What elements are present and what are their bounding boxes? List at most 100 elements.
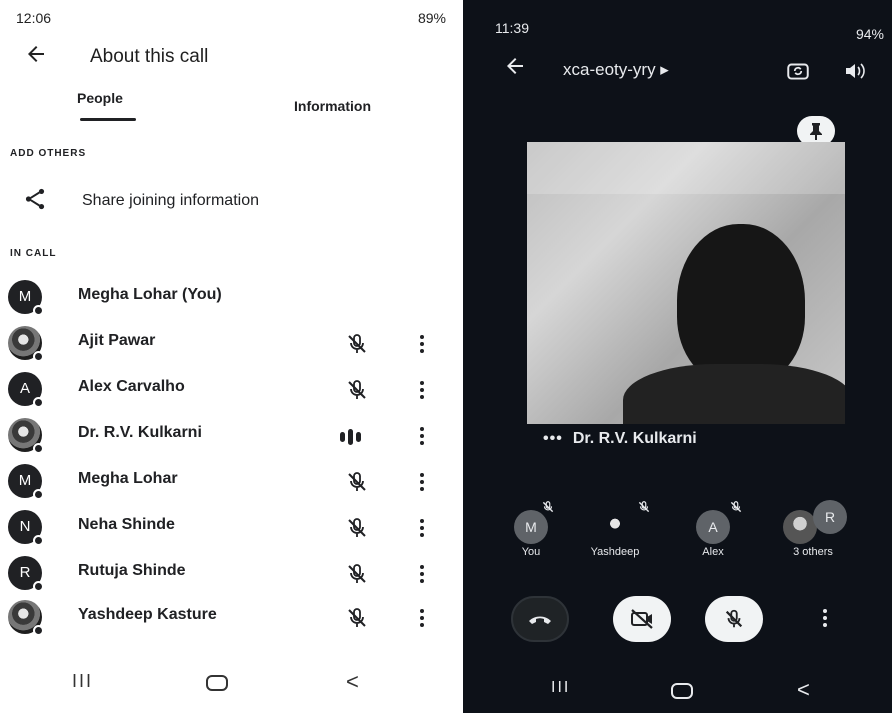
avatar	[8, 600, 44, 636]
recents-button[interactable]: III	[551, 679, 570, 697]
participant-row[interactable]: M Megha Lohar (You)	[0, 278, 462, 318]
mic-toggle-button[interactable]	[705, 596, 763, 642]
avatar: N	[8, 510, 44, 546]
status-bar: 11:39 94%	[495, 20, 884, 42]
participant-row[interactable]: N Neha Shinde	[0, 508, 462, 548]
page-title: About this call	[90, 46, 209, 67]
speaking-dots-icon: •••	[543, 430, 563, 447]
mic-off-icon	[345, 332, 369, 356]
status-dot	[33, 443, 44, 454]
avatar	[8, 326, 44, 362]
speaker-volume-icon[interactable]	[843, 60, 867, 82]
share-joining-info-label: Share joining information	[82, 192, 259, 209]
mic-off-icon	[345, 606, 369, 630]
more-options-icon[interactable]	[414, 332, 430, 356]
more-options-icon[interactable]	[414, 378, 430, 402]
avatar-initial: N	[19, 518, 31, 535]
tab-people-indicator	[80, 118, 136, 121]
in-call-header: IN CALL	[10, 248, 57, 259]
status-time: 12:06	[16, 10, 52, 26]
system-nav-bar: III <	[463, 677, 892, 703]
home-button[interactable]	[671, 683, 693, 699]
recents-button[interactable]: III	[72, 671, 93, 692]
avatar: M	[8, 280, 44, 316]
participant-name: Rutuja Shinde	[78, 562, 186, 579]
back-arrow-icon[interactable]	[24, 42, 54, 68]
participant-tile-yashdeep[interactable]: Yashdeep	[575, 500, 655, 560]
participant-tile-you[interactable]: M You	[491, 500, 571, 560]
participant-name: Alex Carvalho	[78, 378, 185, 395]
end-call-button[interactable]	[511, 596, 569, 642]
avatar: A	[696, 510, 730, 544]
avatar	[8, 418, 44, 454]
participant-row[interactable]: Dr. R.V. Kulkarni	[0, 416, 462, 456]
more-options-icon[interactable]	[414, 424, 430, 448]
avatar: R	[8, 556, 44, 592]
avatar-initial: M	[18, 472, 32, 489]
about-call-screen: 12:06 89% About this call People Informa…	[0, 0, 462, 713]
participant-name: Ajit Pawar	[78, 332, 156, 349]
participant-name: Neha Shinde	[78, 516, 175, 533]
back-button[interactable]: <	[346, 669, 359, 695]
more-options-icon[interactable]	[414, 562, 430, 586]
avatar-group	[783, 510, 817, 544]
share-joining-info-row[interactable]: Share joining information	[0, 182, 462, 218]
participant-tile-others[interactable]: R 3 others	[773, 500, 853, 560]
tab-people[interactable]: People	[77, 90, 123, 106]
mic-off-icon	[725, 609, 743, 628]
participant-name: Dr. R.V. Kulkarni	[78, 424, 202, 441]
participant-tile-alex[interactable]: A Alex	[673, 500, 753, 560]
camera-toggle-button[interactable]	[613, 596, 671, 642]
participant-row[interactable]: A Alex Carvalho	[0, 370, 462, 410]
back-arrow-icon[interactable]	[503, 54, 527, 85]
mic-off-icon	[345, 378, 369, 402]
participant-row[interactable]: R Rutuja Shinde	[0, 554, 462, 594]
speaking-indicator-icon	[340, 428, 374, 445]
meet-call-screen: 11:39 94% xca-eoty-yry ▸ ••• Dr. R.V. Kul…	[463, 0, 892, 713]
participant-name: Megha Lohar (You)	[78, 286, 222, 303]
mic-off-icon	[730, 501, 742, 513]
mic-off-icon	[345, 562, 369, 586]
participant-tile-label: You	[521, 546, 541, 558]
hang-up-icon	[529, 616, 551, 624]
active-speaker-label: ••• Dr. R.V. Kulkarni	[543, 430, 697, 448]
more-options-icon[interactable]	[414, 606, 430, 630]
status-battery: 94%	[855, 26, 884, 42]
participant-tile-label: Alex	[702, 546, 724, 558]
system-nav-bar: III <	[0, 669, 462, 699]
status-dot	[33, 305, 44, 316]
more-options-icon[interactable]	[817, 606, 833, 632]
status-dot	[33, 351, 44, 362]
main-video-tile[interactable]	[527, 142, 845, 424]
participant-name: Megha Lohar	[78, 470, 178, 487]
home-button[interactable]	[206, 675, 228, 691]
switch-camera-icon[interactable]	[785, 58, 811, 84]
avatar-initial: R	[824, 509, 836, 525]
status-dot	[33, 489, 44, 500]
mic-off-icon	[542, 501, 554, 513]
video-person-head	[677, 224, 805, 384]
participant-row[interactable]: M Megha Lohar	[0, 462, 462, 502]
participant-row[interactable]: Yashdeep Kasture	[0, 598, 462, 638]
pin-icon	[810, 123, 822, 140]
back-button[interactable]: <	[797, 677, 810, 703]
participant-row[interactable]: Ajit Pawar	[0, 324, 462, 364]
more-options-icon[interactable]	[414, 470, 430, 494]
avatar-initial: M	[525, 519, 537, 535]
video-person-body	[623, 364, 845, 424]
participant-tile-label: 3 others	[793, 546, 833, 558]
avatar: M	[8, 464, 44, 500]
status-dot	[33, 535, 44, 546]
avatar: M	[514, 510, 548, 544]
more-options-icon[interactable]	[414, 516, 430, 540]
status-dot	[33, 625, 44, 636]
tab-information[interactable]: Information	[294, 98, 371, 114]
active-speaker-name: Dr. R.V. Kulkarni	[572, 430, 697, 447]
status-bar: 12:06 89%	[16, 10, 446, 30]
app-bar: About this call	[0, 40, 462, 76]
avatar: A	[8, 372, 44, 408]
add-others-header: ADD OTHERS	[10, 148, 87, 159]
meeting-code[interactable]: xca-eoty-yry ▸	[563, 60, 669, 80]
video-background	[527, 142, 845, 194]
tabs: People Information	[0, 86, 462, 126]
